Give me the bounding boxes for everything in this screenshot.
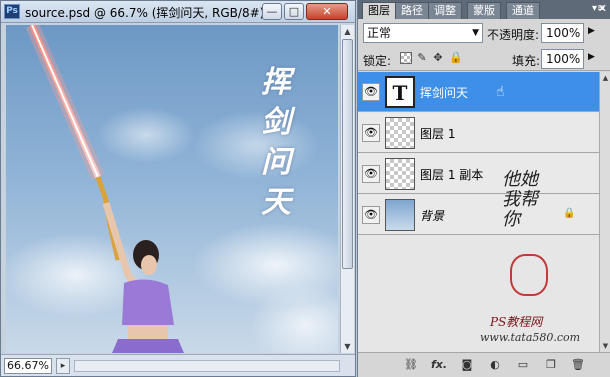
hand-cursor-icon: ☝	[496, 84, 505, 100]
scroll-down-icon[interactable]: ▼	[600, 340, 610, 352]
blend-mode-value: 正常	[367, 26, 392, 40]
eye-visibility-icon[interactable]: 👁	[362, 165, 380, 183]
link-layers-icon[interactable]: ⛓	[403, 357, 419, 373]
tab-masks[interactable]: 蒙版	[467, 2, 501, 19]
sword-core	[31, 25, 99, 178]
watermark-site-url: www.tata580.com	[480, 331, 581, 344]
lock-pixels-brush-icon[interactable]: ✎	[416, 52, 428, 64]
tab-paths[interactable]: 路径	[395, 2, 429, 19]
layer-name[interactable]: 背景	[420, 207, 444, 224]
figure-top	[122, 279, 174, 325]
scroll-down-icon[interactable]: ▼	[341, 340, 354, 353]
opacity-slider-icon[interactable]: ▶	[588, 26, 595, 36]
eye-visibility-icon[interactable]: 👁	[362, 206, 380, 224]
add-mask-icon[interactable]: ◙	[459, 357, 475, 373]
scroll-thumb[interactable]	[342, 39, 353, 269]
canvas-calligraphy-text: 挥剑问天	[261, 65, 291, 220]
scroll-up-icon[interactable]: ▲	[341, 25, 354, 38]
layer-name[interactable]: 图层 1	[420, 125, 455, 142]
watermark-calligraphy: 他她我帮你	[502, 169, 538, 230]
lock-transparency-icon[interactable]	[400, 52, 412, 64]
layer-thumbnail	[385, 158, 415, 190]
chevron-down-icon: ▼	[472, 28, 479, 38]
document-titlebar[interactable]: Ps source.psd @ 66.7% (挥剑问天, RGB/8#) * —…	[1, 1, 355, 23]
opacity-field[interactable]: 100%	[541, 23, 584, 43]
document-horizontal-scrollbar[interactable]	[74, 360, 340, 372]
layer-name[interactable]: 图层 1 副本	[420, 166, 483, 183]
fill-label: 填充:	[512, 54, 541, 68]
figure-waist	[128, 325, 168, 339]
scroll-up-icon[interactable]: ▲	[600, 72, 610, 84]
blend-options-row: 正常 ▼ 不透明度: 100% ▶	[358, 21, 610, 45]
tab-layers[interactable]: 图层	[362, 2, 396, 19]
lock-label: 锁定:	[363, 54, 392, 68]
panel-tab-bar: 图层 路径 调整 蒙版 通道 ▾≡ ✕	[358, 0, 610, 19]
status-menu-icon[interactable]: ▸	[56, 358, 70, 374]
layer-name[interactable]: 挥剑问天	[420, 84, 468, 101]
eye-visibility-icon[interactable]: 👁	[362, 124, 380, 142]
adjustment-layer-icon[interactable]: ◐	[487, 357, 503, 373]
background-thumbnail	[385, 199, 415, 231]
new-group-icon[interactable]: ▭	[515, 357, 531, 373]
lock-position-move-icon[interactable]: ✥	[432, 52, 444, 64]
layer-row-text[interactable]: 👁 T 挥剑问天 ☝	[358, 72, 599, 112]
fill-field[interactable]: 100%	[541, 49, 584, 69]
layer-thumbnail	[385, 117, 415, 149]
fx-icon[interactable]: fx.	[431, 357, 447, 373]
image-canvas[interactable]: 挥剑问天	[6, 25, 338, 353]
trash-icon[interactable]: 🗑	[570, 357, 586, 373]
document-vertical-scrollbar[interactable]: ▲ ▼	[340, 25, 354, 353]
figure-arm	[102, 201, 141, 290]
fill-slider-icon[interactable]: ▶	[588, 52, 595, 62]
layers-scrollbar[interactable]: ▲ ▼	[599, 72, 610, 352]
panel-close-icon[interactable]: ✕	[598, 2, 607, 15]
lock-all-icon[interactable]: 🔒	[449, 52, 463, 64]
close-button[interactable]: ✕	[306, 3, 348, 20]
document-window: Ps source.psd @ 66.7% (挥剑问天, RGB/8#) * —…	[0, 0, 356, 377]
layer-row-layer1[interactable]: 👁 图层 1	[358, 113, 599, 153]
zoom-level-field[interactable]: 66.67%	[4, 358, 52, 374]
document-title: source.psd @ 66.7% (挥剑问天, RGB/8#) *	[25, 6, 275, 20]
text-layer-thumbnail: T	[385, 76, 415, 108]
layers-bottom-toolbar: ⛓ fx. ◙ ◐ ▭ ❐ 🗑	[358, 352, 610, 377]
figure-face	[141, 255, 157, 275]
site-watermark: 他她我帮你 PS教程网 www.tata580.com	[480, 168, 600, 353]
tab-adjustments[interactable]: 调整	[428, 2, 462, 19]
document-status-bar: 66.67% ▸	[1, 354, 355, 376]
maximize-button[interactable]: □	[284, 3, 304, 20]
red-seal-icon	[510, 254, 548, 296]
opacity-label: 不透明度:	[487, 28, 540, 42]
figure-skirt	[112, 339, 184, 353]
new-layer-icon[interactable]: ❐	[543, 357, 559, 373]
tab-channels[interactable]: 通道	[506, 2, 540, 19]
lock-options-row: 锁定: ✎ ✥ 🔒 填充: 100% ▶	[358, 47, 610, 71]
minimize-button[interactable]: —	[262, 3, 282, 20]
photoshop-logo-icon: Ps	[4, 4, 20, 19]
eye-visibility-icon[interactable]: 👁	[362, 83, 380, 101]
blend-mode-select[interactable]: 正常 ▼	[363, 23, 483, 43]
watermark-site-name: PS教程网	[490, 315, 543, 329]
